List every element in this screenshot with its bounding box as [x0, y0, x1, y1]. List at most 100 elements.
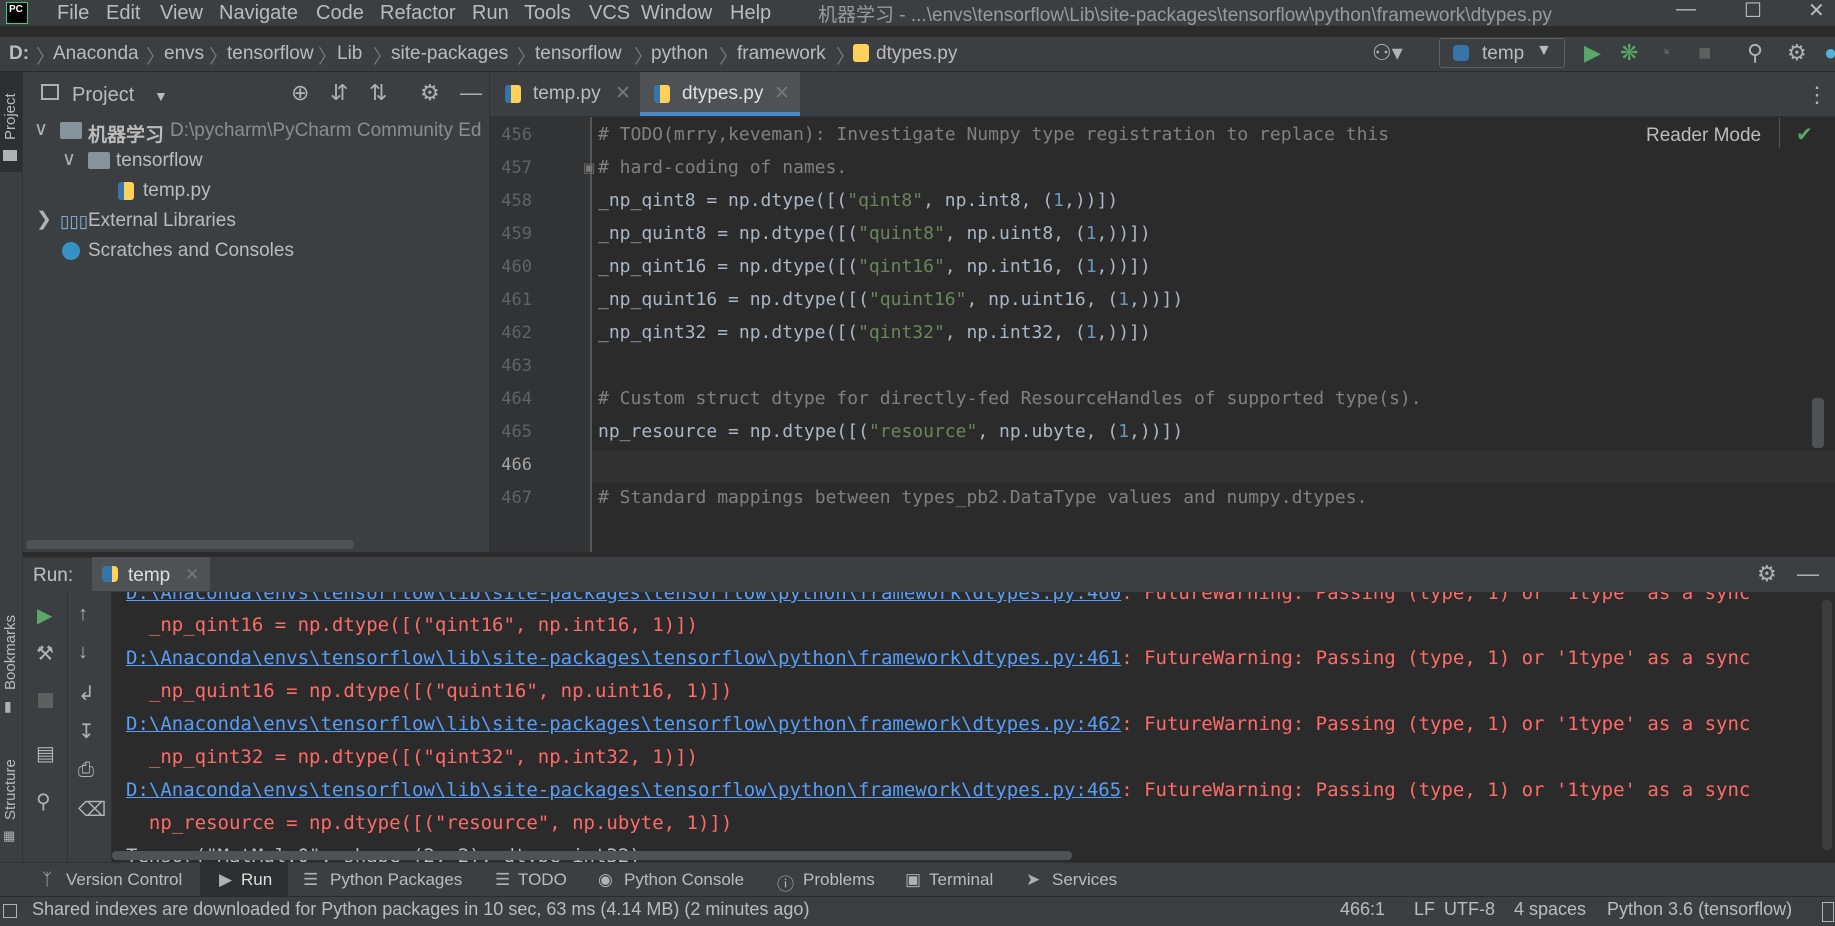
breadcrumb-tensorflow[interactable]: tensorflow	[535, 43, 622, 65]
layout-icon[interactable]: ▤	[36, 741, 55, 766]
code-line-460[interactable]: _np_qint16 = np.dtype([("qint16", np.int…	[598, 256, 1151, 277]
editor-scrollbar[interactable]	[1812, 398, 1824, 448]
menu-navigate[interactable]: Navigate	[219, 2, 298, 25]
search-icon[interactable]: ⚲	[1747, 40, 1763, 66]
menu-vcs[interactable]: VCS	[589, 2, 630, 25]
tool-run[interactable]: Run	[241, 870, 272, 890]
code-line-462[interactable]: _np_qint32 = np.dtype([("qint32", np.int…	[598, 322, 1151, 343]
wrench-icon[interactable]: ⚒	[36, 641, 54, 666]
gear-icon[interactable]: ⚙	[1757, 561, 1777, 587]
scroll-to-end-icon[interactable]: ↧	[78, 719, 95, 744]
pin-icon[interactable]: ⚲	[36, 789, 51, 814]
run-tab-temp[interactable]: temp	[128, 565, 170, 587]
menu-refactor[interactable]: Refactor	[380, 2, 456, 25]
code-line-464[interactable]: # Custom struct dtype for directly-fed R…	[598, 388, 1422, 409]
code-line-458[interactable]: _np_qint8 = np.dtype([("qint8", np.int8,…	[598, 190, 1118, 211]
code-line-465[interactable]: np_resource = np.dtype([("resource", np.…	[598, 421, 1183, 442]
hide-icon[interactable]: —	[1797, 561, 1819, 587]
console-horizontal-scrollbar[interactable]	[112, 851, 1072, 860]
tool-todo[interactable]: TODO	[518, 870, 567, 890]
file-encoding[interactable]: UTF-8	[1444, 899, 1495, 920]
line-separator[interactable]: LF	[1414, 899, 1435, 920]
tree-external-libraries[interactable]: External Libraries	[88, 210, 236, 232]
trash-icon[interactable]: ⌫	[78, 797, 106, 822]
caret-position[interactable]: 466:1	[1340, 899, 1385, 920]
chevron-right-icon[interactable]: ❯	[36, 208, 52, 231]
python-interpreter[interactable]: Python 3.6 (tensorflow)	[1607, 899, 1792, 920]
breadcrumb-tensorflow-env[interactable]: tensorflow	[227, 43, 314, 65]
close-icon[interactable]: ✕	[1808, 0, 1825, 23]
menu-file[interactable]: File	[57, 2, 89, 25]
close-tab-icon[interactable]: ✕	[185, 565, 199, 585]
debug-icon[interactable]: ❋	[1620, 40, 1638, 66]
tree-scratches-consoles[interactable]: Scratches and Consoles	[88, 240, 294, 262]
menu-run[interactable]: Run	[472, 2, 509, 25]
expand-all-icon[interactable]: ⇵	[330, 80, 348, 106]
stop-icon[interactable]: ■	[1698, 40, 1711, 66]
breadcrumb-anaconda[interactable]: Anaconda	[53, 43, 139, 65]
print-icon[interactable]: ⎙	[78, 759, 94, 782]
tab-temp-py[interactable]: temp.py ✕	[505, 72, 635, 116]
indent-setting[interactable]: 4 spaces	[1514, 899, 1586, 920]
more-options-icon[interactable]: ⋮	[1806, 82, 1828, 108]
close-tab-icon[interactable]: ✕	[774, 72, 790, 116]
chevron-down-icon[interactable]: ∨	[34, 118, 48, 141]
tool-problems[interactable]: Problems	[803, 870, 875, 890]
code-line-457[interactable]: # hard-coding of names.	[598, 157, 847, 178]
tree-file-temp[interactable]: temp.py	[143, 180, 211, 202]
gear-icon[interactable]: ⚙	[1787, 40, 1807, 66]
code-line-456[interactable]: # TODO(mrry,keveman): Investigate Numpy …	[598, 124, 1389, 145]
soft-wrap-icon[interactable]: ↲	[78, 681, 95, 706]
side-tab-project[interactable]: Project	[2, 93, 19, 140]
tab-dtypes-py[interactable]: dtypes.py ✕	[654, 72, 794, 116]
console-file-link[interactable]: D:\Anaconda\envs\tensorflow\lib\site-pac…	[126, 647, 1121, 669]
menu-view[interactable]: View	[160, 2, 203, 25]
lock-icon[interactable]	[1822, 902, 1834, 922]
minimize-icon[interactable]: —	[1676, 0, 1696, 21]
rerun-icon[interactable]: ▶	[37, 603, 52, 628]
chevron-down-icon[interactable]: ∨	[62, 148, 76, 171]
tool-services[interactable]: Services	[1052, 870, 1117, 890]
run-icon[interactable]: ▶	[1584, 40, 1601, 66]
menu-window[interactable]: Window	[641, 2, 712, 25]
user-icon[interactable]: ⚇▾	[1372, 40, 1403, 66]
code-line-467[interactable]: # Standard mappings between types_pb2.Da…	[598, 487, 1367, 508]
tool-python-packages[interactable]: Python Packages	[330, 870, 462, 890]
breadcrumb-drive[interactable]: D:	[9, 43, 29, 65]
tree-folder-tensorflow[interactable]: tensorflow	[116, 150, 203, 172]
code-line-459[interactable]: _np_quint8 = np.dtype([("quint8", np.uin…	[598, 223, 1151, 244]
console-file-link[interactable]: D:\Anaconda\envs\tensorflow\lib\site-pac…	[126, 713, 1121, 735]
jetbrains-icon[interactable]: ●	[1824, 40, 1835, 66]
gear-icon[interactable]: ⚙	[420, 80, 440, 106]
menu-tools[interactable]: Tools	[524, 2, 571, 25]
coverage-icon[interactable]: ◔	[1658, 40, 1671, 66]
breadcrumb-envs[interactable]: envs	[164, 43, 204, 65]
menu-edit[interactable]: Edit	[106, 2, 140, 25]
fold-icon[interactable]: ▣	[583, 160, 595, 176]
hide-icon[interactable]: —	[460, 80, 482, 106]
breadcrumb-lib[interactable]: Lib	[337, 43, 362, 65]
close-tab-icon[interactable]: ✕	[615, 72, 631, 116]
chevron-down-icon[interactable]: ▼	[154, 88, 168, 104]
locate-icon[interactable]: ⊕	[291, 80, 309, 106]
stop-icon[interactable]	[38, 693, 53, 708]
tool-version-control[interactable]: Version Control	[66, 870, 182, 890]
side-tab-bookmarks[interactable]: Bookmarks	[2, 615, 19, 690]
console-vertical-scrollbar[interactable]	[1822, 600, 1832, 850]
tool-python-console[interactable]: Python Console	[624, 870, 744, 890]
breadcrumb-python[interactable]: python	[651, 43, 708, 65]
collapse-all-icon[interactable]: ⇅	[369, 80, 387, 106]
menu-code[interactable]: Code	[316, 2, 364, 25]
breadcrumb-file[interactable]: dtypes.py	[876, 43, 957, 65]
arrow-down-icon[interactable]: ↓	[78, 641, 88, 664]
arrow-up-icon[interactable]: ↑	[78, 603, 88, 626]
project-panel-title[interactable]: Project	[72, 84, 134, 107]
menu-help[interactable]: Help	[730, 2, 771, 25]
breadcrumb-site-packages[interactable]: site-packages	[391, 43, 508, 65]
status-message[interactable]: Shared indexes are downloaded for Python…	[32, 899, 809, 920]
tool-terminal[interactable]: Terminal	[929, 870, 993, 890]
breadcrumb-framework[interactable]: framework	[737, 43, 826, 65]
maximize-icon[interactable]: ☐	[1744, 0, 1762, 23]
toggle-tool-windows-icon[interactable]	[3, 904, 17, 918]
reader-mode-button[interactable]: Reader Mode	[1646, 125, 1761, 147]
